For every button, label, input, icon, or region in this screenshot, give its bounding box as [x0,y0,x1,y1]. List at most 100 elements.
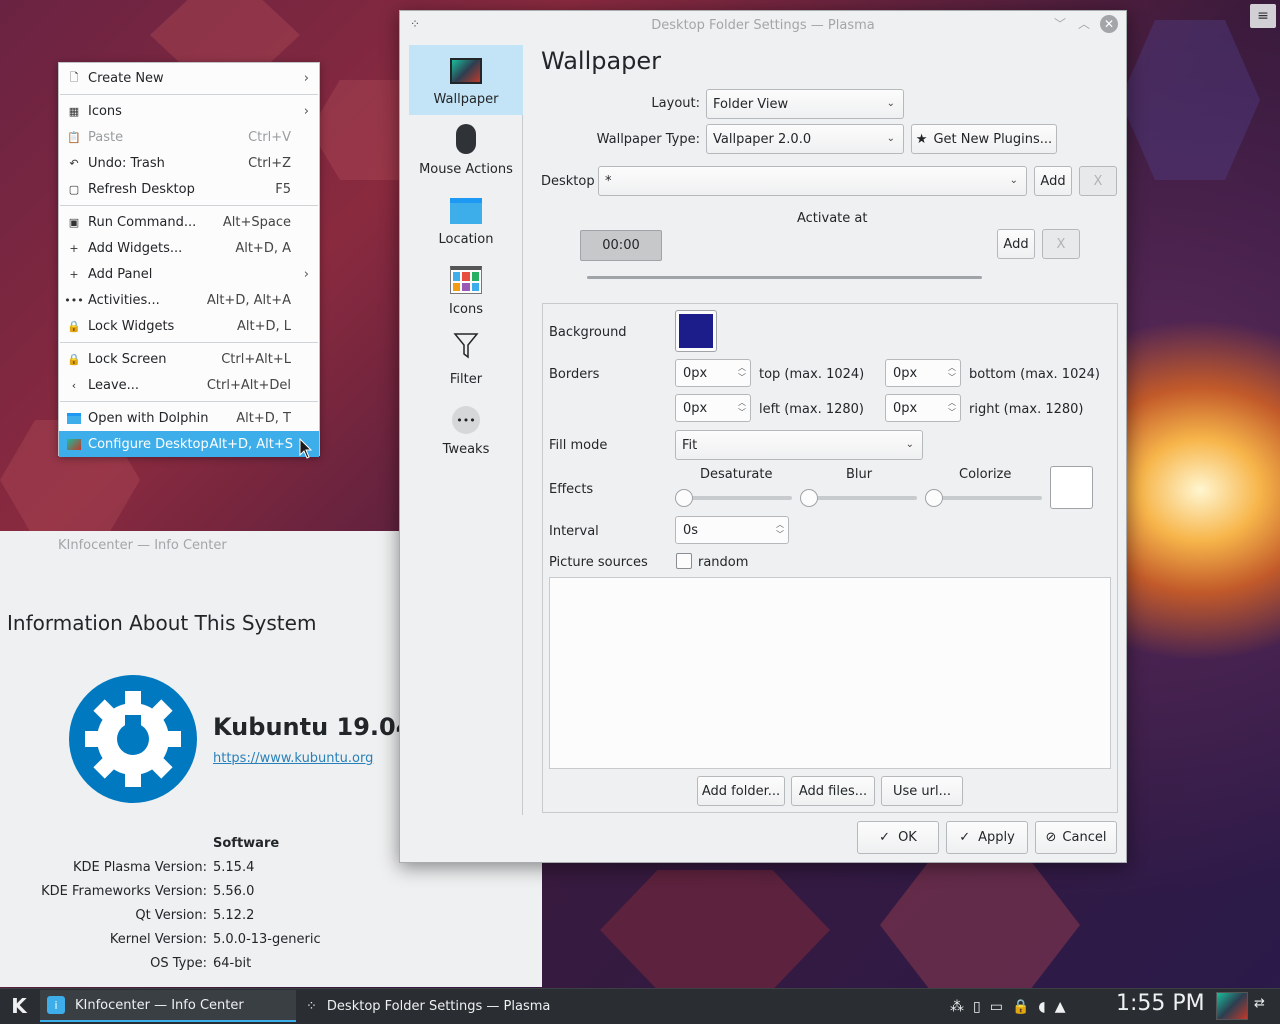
border-right-spinbox[interactable]: 0px ︿ ﹀ [885,394,961,422]
layout-select[interactable]: Folder View ⌄ [706,89,904,119]
random-checkbox[interactable] [676,553,692,569]
desktop-select[interactable]: * ⌄ [598,166,1027,196]
menu-item-create-new[interactable]: 🗋 Create New › [59,65,319,91]
add-folder-button[interactable]: Add folder... [697,776,785,806]
time-item[interactable]: 00:00 [580,230,662,261]
sidebar-item-mouse-actions[interactable]: Mouse Actions [409,115,523,185]
kde-connect-icon[interactable]: ⁂ [950,999,964,1015]
chevron-right-icon: › [303,266,309,282]
menu-item-refresh-desktop[interactable]: ▢ Refresh Desktop F5 [59,176,319,202]
new-file-icon: 🗋 [69,70,79,84]
pin-icon[interactable]: ⁘ [410,17,420,31]
distro-url-link[interactable]: https://www.kubuntu.org [213,751,373,766]
menu-item-paste[interactable]: 📋 Paste Ctrl+V [59,124,319,150]
mouse-icon [456,124,476,154]
background-color-button[interactable] [675,310,717,352]
desaturate-slider[interactable] [678,496,792,500]
settings-sidebar: Wallpaper Mouse Actions Location Icons F… [400,45,523,815]
desktop-context-menu: 🗋 Create New › ▦ Icons › 📋 Paste Ctrl+V ↶ Undo:… [58,62,320,457]
blur-slider-handle[interactable] [800,489,818,507]
network-icon[interactable]: ▭ [990,999,1003,1015]
usb-drive-icon[interactable]: ▯ [973,999,981,1015]
show-desktop-button[interactable] [1216,992,1248,1020]
border-top-spinbox[interactable]: 0px ︿ ﹀ [675,359,751,387]
panel-settings-button[interactable]: ⇄ [1254,996,1265,1011]
desaturate-label: Desaturate [700,467,773,482]
minimize-button[interactable]: ﹀ [1054,15,1066,32]
ok-button[interactable]: ✓ OK [857,821,939,854]
sidebar-item-tweaks[interactable]: ••• Tweaks [409,395,523,465]
chevron-right-icon: › [303,103,309,119]
menu-item-activities[interactable]: ••• Activities... Alt+D, Alt+A [59,287,319,313]
volume-icon[interactable]: ◖ [1038,999,1045,1015]
cancel-button[interactable]: ⊘ Cancel [1035,821,1117,854]
add-files-button[interactable]: Add files... [791,776,875,806]
wallpaper-hex [600,870,830,990]
menu-label: Paste [88,129,124,145]
menu-item-lock-widgets[interactable]: 🔒 Lock Widgets Alt+D, L [59,313,319,339]
menu-label: Configure Desktop [88,436,209,452]
menu-item-lock-screen[interactable]: 🔒 Lock Screen Ctrl+Alt+L [59,346,319,372]
border-left-spinbox[interactable]: 0px ︿ ﹀ [675,394,751,422]
menu-item-open-with-dolphin[interactable]: Open with Dolphin Alt+D, T [59,405,319,431]
task-infocenter[interactable]: i KInfocenter — Info Center [40,990,296,1022]
border-right-desc: right (max. 1280) [969,402,1084,417]
get-new-plugins-button[interactable]: ★ Get New Plugins... [911,124,1057,154]
lock-icon[interactable]: 🔒 [1012,999,1029,1015]
tray-expand-icon[interactable]: ▲ [1055,999,1066,1015]
sidebar-label: Location [438,232,494,247]
info-value: 5.56.0 [213,884,255,899]
maximize-button[interactable]: ︿ [1078,15,1090,32]
clock[interactable]: 1:55 PM [1116,991,1205,1016]
undo-icon: ↶ [69,156,79,170]
spin-value: 0px [893,365,918,381]
use-url-button[interactable]: Use url... [881,776,963,806]
time-add-button[interactable]: Add [997,229,1035,259]
desktop-settings-dialog: Desktop Folder Settings — Plasma ⁘ ﹀ ︿ ✕… [399,10,1127,863]
border-bottom-spinbox[interactable]: 0px ︿ ﹀ [885,359,961,387]
menu-item-undo-trash[interactable]: ↶ Undo: Trash Ctrl+Z [59,150,319,176]
picture-sources-list[interactable] [549,577,1111,769]
menu-label: Leave... [88,377,140,393]
colorize-slider[interactable] [928,496,1042,500]
time-remove-button[interactable]: X [1042,229,1080,259]
wallpaper-type-select[interactable]: Vallpaper 2.0.0 ⌄ [706,124,904,154]
borders-label: Borders [549,367,600,382]
apply-button[interactable]: ✓ Apply [946,821,1028,854]
sidebar-item-icons[interactable]: Icons [409,255,523,325]
button-label: Add files... [798,783,868,799]
colorize-color-button[interactable] [1050,466,1093,509]
desaturate-slider-handle[interactable] [675,489,693,507]
application-launcher-button[interactable]: K [4,992,34,1020]
colorize-slider-handle[interactable] [925,489,943,507]
panel-config-icon: ⇄ [1254,996,1265,1011]
desktop-toolbox-button[interactable]: ≡ [1250,4,1276,28]
menu-item-add-panel[interactable]: + Add Panel › [59,261,319,287]
desktop-add-button[interactable]: Add [1034,166,1072,196]
menu-shortcut: Ctrl+Alt+L [221,351,291,367]
sidebar-item-filter[interactable]: Filter [409,325,523,395]
sidebar-item-wallpaper[interactable]: Wallpaper [409,45,523,115]
check-icon: ✓ [879,830,891,845]
time-scrollbar[interactable] [587,276,982,279]
blur-slider[interactable] [803,496,917,500]
menu-item-leave[interactable]: ‹ Leave... Ctrl+Alt+Del [59,372,319,398]
border-left-desc: left (max. 1280) [759,402,865,417]
interval-label: Interval [549,524,599,539]
menu-item-icons[interactable]: ▦ Icons › [59,98,319,124]
sidebar-item-location[interactable]: Location [409,185,523,255]
menu-item-configure-desktop[interactable]: Configure Desktop Alt+D, Alt+S [59,431,319,457]
spin-value: 0s [683,522,699,538]
interval-spinbox[interactable]: 0s ︿ ﹀ [675,516,789,544]
desktop-remove-button[interactable]: X [1079,166,1117,196]
info-value: 5.15.4 [213,860,255,875]
sidebar-label: Filter [449,372,483,387]
menu-label: Refresh Desktop [88,181,195,197]
menu-item-add-widgets[interactable]: + Add Widgets... Alt+D, A [59,235,319,261]
task-desktop-settings[interactable]: ⁘ Desktop Folder Settings — Plasma [300,990,560,1022]
close-button[interactable]: ✕ [1100,15,1118,33]
fill-mode-select[interactable]: Fit ⌄ [675,430,923,460]
plasma-icon: ⁘ [306,998,317,1014]
button-label: Add [1040,173,1066,189]
menu-item-run-command[interactable]: ▣ Run Command... Alt+Space [59,209,319,235]
